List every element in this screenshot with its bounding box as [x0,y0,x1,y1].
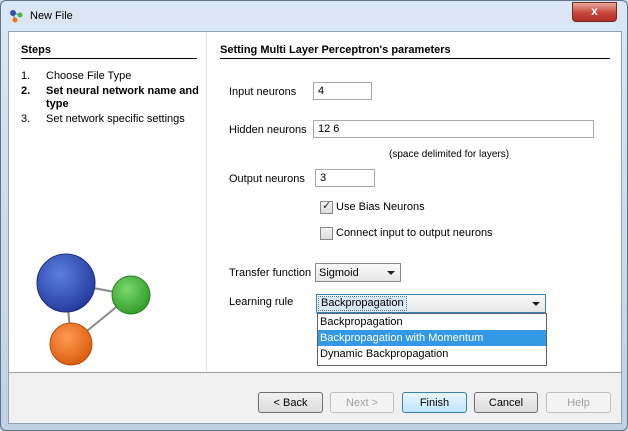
output-neurons-label: Output neurons [229,173,305,185]
node-blue [36,253,96,313]
help-button[interactable]: Help [546,392,611,413]
dialog-body: Steps 1. Choose File Type 2. Set neural … [8,31,622,424]
input-neurons-field[interactable] [313,82,372,100]
use-bias-checkbox[interactable] [320,199,333,214]
app-icon [10,10,23,23]
form-divider [220,58,610,59]
close-button[interactable]: x [572,2,617,22]
learning-rule-dropdown: Backpropagation Backpropagation with Mom… [317,313,547,366]
hidden-neurons-hint: (space delimited for layers) [389,149,510,160]
form-title: Setting Multi Layer Perceptron's paramet… [220,44,451,56]
back-button[interactable]: < Back [258,392,323,413]
cancel-button[interactable]: Cancel [474,392,538,413]
step-number: 3. [21,113,31,125]
use-bias-label: Use Bias Neurons [336,201,425,213]
next-button[interactable]: Next > [330,392,394,413]
title-bar[interactable]: New File x [1,1,627,31]
learning-rule-label: Learning rule [229,296,294,308]
transfer-function-value: Sigmoid [319,267,359,279]
chevron-down-icon [387,271,395,275]
input-neurons-label: Input neurons [229,86,297,98]
hidden-neurons-label: Hidden neurons [229,124,307,136]
steps-divider [21,58,197,59]
step-label: Set network specific settings [46,113,185,125]
steps-list: 1. Choose File Type 2. Set neural networ… [21,70,201,128]
panel-separator [206,32,207,372]
dropdown-option[interactable]: Backpropagation [318,314,546,330]
node-green [111,275,151,315]
step-item-1: 1. Choose File Type [21,70,201,83]
step-label: Set neural network name and type [46,85,199,110]
output-neurons-field[interactable] [315,169,375,187]
hidden-neurons-field[interactable] [313,120,594,138]
dropdown-option-highlighted[interactable]: Backpropagation with Momentum [318,330,546,346]
step-number: 1. [21,70,31,82]
steps-title: Steps [21,44,51,56]
transfer-function-select[interactable]: Sigmoid [315,263,401,282]
chevron-down-icon [532,302,540,306]
connect-io-checkbox[interactable] [320,227,333,240]
finish-button[interactable]: Finish [402,392,467,413]
steps-panel: Steps 1. Choose File Type 2. Set neural … [9,32,206,372]
step-label: Choose File Type [46,70,132,82]
connect-io-label: Connect input to output neurons [336,227,493,239]
learning-rule-value: Backpropagation [318,296,407,311]
learning-rule-select[interactable]: Backpropagation [316,294,546,313]
button-bar: < Back Next > Finish Cancel Help [9,373,621,423]
node-orange [49,322,93,366]
new-file-dialog: New File x Steps 1. Choose File Type 2. … [0,0,628,431]
neural-network-illustration [36,253,151,366]
step-item-2: 2. Set neural network name and type [21,85,201,111]
transfer-function-label: Transfer function [229,267,312,279]
step-number: 2. [21,85,31,97]
close-icon: x [591,4,598,18]
window-title: New File [30,10,73,22]
dropdown-option[interactable]: Dynamic Backpropagation [318,346,546,362]
step-item-3: 3. Set network specific settings [21,113,201,126]
